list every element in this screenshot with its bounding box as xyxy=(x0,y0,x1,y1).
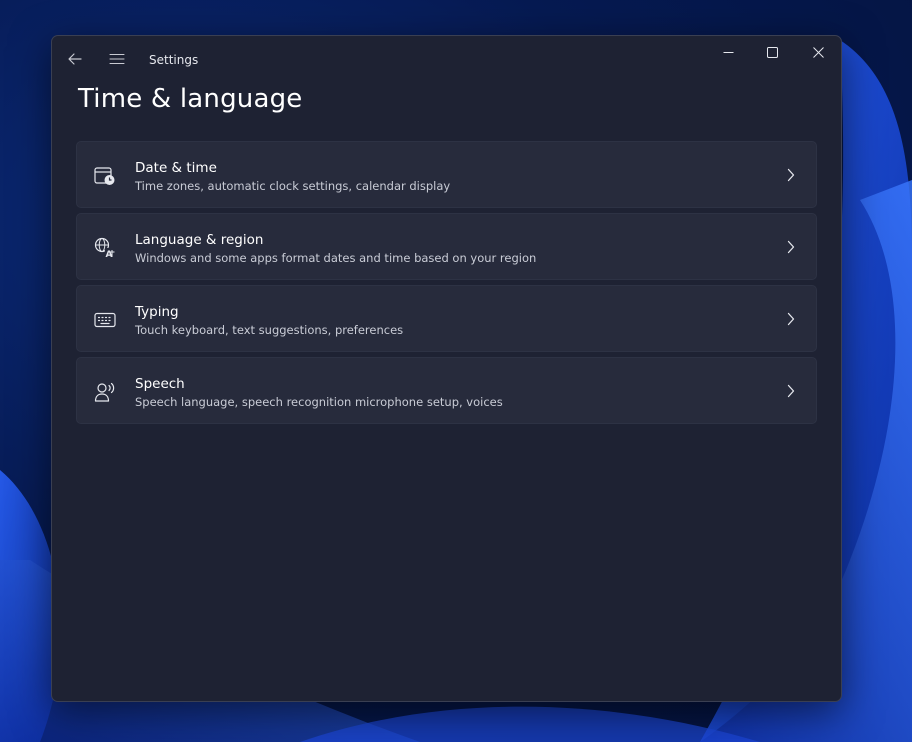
navigation-menu-button[interactable] xyxy=(102,44,132,74)
setting-item-date-time[interactable]: Date & time Time zones, automatic clock … xyxy=(76,141,817,208)
close-button[interactable] xyxy=(795,36,841,68)
speech-icon xyxy=(94,381,116,403)
setting-item-language-region[interactable]: A Language & region Windows and some app… xyxy=(76,213,817,280)
app-title: Settings xyxy=(149,53,199,67)
setting-item-title: Typing xyxy=(135,304,179,320)
chevron-right-icon xyxy=(784,311,798,327)
back-button[interactable] xyxy=(60,44,90,74)
setting-item-description: Windows and some apps format dates and t… xyxy=(135,251,537,265)
setting-item-title: Language & region xyxy=(135,232,264,248)
settings-window: Settings Time & language Date & time Tim… xyxy=(51,35,842,702)
keyboard-icon xyxy=(94,309,116,331)
setting-item-description: Touch keyboard, text suggestions, prefer… xyxy=(135,323,404,337)
back-arrow-icon xyxy=(68,50,82,69)
title-bar: Settings xyxy=(52,36,841,82)
minimize-icon xyxy=(723,43,734,62)
language-icon: A xyxy=(94,237,116,259)
setting-item-speech[interactable]: Speech Speech language, speech recogniti… xyxy=(76,357,817,424)
maximize-button[interactable] xyxy=(749,36,795,68)
chevron-right-icon xyxy=(784,167,798,183)
setting-item-description: Speech language, speech recognition micr… xyxy=(135,395,503,409)
setting-item-description: Time zones, automatic clock settings, ca… xyxy=(135,179,451,193)
chevron-right-icon xyxy=(784,383,798,399)
chevron-right-icon xyxy=(784,239,798,255)
page-title: Time & language xyxy=(78,84,303,114)
calendar-clock-icon xyxy=(94,165,116,187)
setting-item-title: Speech xyxy=(135,376,185,392)
hamburger-menu-icon xyxy=(109,50,125,69)
settings-list: Date & time Time zones, automatic clock … xyxy=(76,141,817,429)
maximize-icon xyxy=(766,43,778,62)
close-icon xyxy=(812,43,824,62)
setting-item-title: Date & time xyxy=(135,160,217,176)
setting-item-typing[interactable]: Typing Touch keyboard, text suggestions,… xyxy=(76,285,817,352)
minimize-button[interactable] xyxy=(705,36,751,68)
svg-text:A: A xyxy=(106,250,113,259)
